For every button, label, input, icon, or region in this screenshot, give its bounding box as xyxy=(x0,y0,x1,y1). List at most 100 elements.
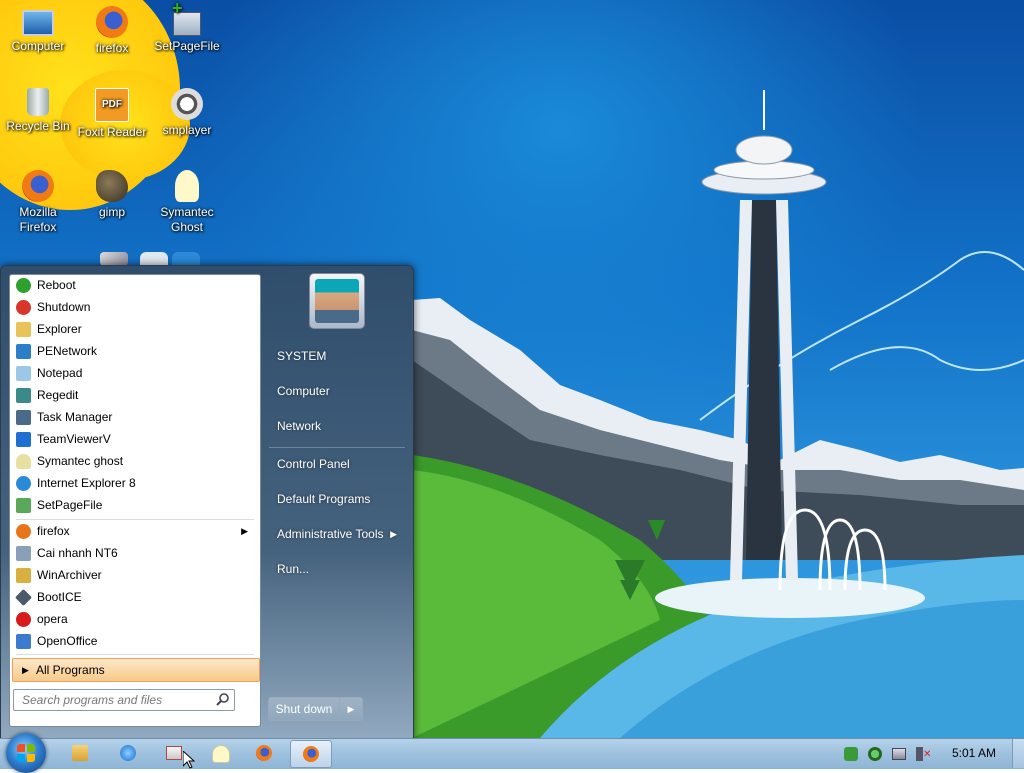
start-item-symantec-ghost[interactable]: Symantec ghost xyxy=(12,451,258,472)
start-right-label: Run... xyxy=(277,562,310,576)
power-icon xyxy=(16,300,31,315)
start-item-label: Task Manager xyxy=(37,410,113,424)
taskbar-pinned-explorer[interactable] xyxy=(60,740,100,767)
show-desktop-button[interactable] xyxy=(1012,739,1024,768)
start-right-administrative-tools[interactable]: Administrative Tools ▶ xyxy=(269,520,405,548)
start-right-run[interactable]: Run... xyxy=(269,555,405,583)
start-item-label: OpenOffice xyxy=(37,634,98,648)
start-item-notepad[interactable]: Notepad xyxy=(12,363,258,384)
start-right-default-programs[interactable]: Default Programs xyxy=(269,485,405,513)
shut-down-options-button[interactable]: ▶ xyxy=(339,697,363,721)
start-item-label: SetPageFile xyxy=(37,498,103,512)
start-right-label: Default Programs xyxy=(277,492,371,506)
start-item-label: firefox xyxy=(37,524,70,538)
start-item-label: Notepad xyxy=(37,366,83,380)
search-box[interactable] xyxy=(13,689,235,711)
security-check-icon[interactable] xyxy=(844,747,858,761)
start-menu: Reboot Shutdown Explorer PENetwork Notep… xyxy=(0,265,414,740)
start-item-winarchiver[interactable]: WinArchiver xyxy=(12,565,258,586)
start-item-cai-nhanh-nt6[interactable]: Cai nhanh NT6 xyxy=(12,543,258,564)
all-programs-button[interactable]: ▶ All Programs xyxy=(12,658,260,682)
start-right-network[interactable]: Network xyxy=(269,412,405,440)
taskbar-pinned-ghost[interactable] xyxy=(200,740,240,767)
opera-icon xyxy=(16,612,31,627)
start-item-shutdown[interactable]: Shutdown xyxy=(12,297,258,318)
folder-icon xyxy=(16,322,31,337)
archive-icon xyxy=(16,568,31,583)
expand-arrow-icon: ▶ xyxy=(22,665,29,675)
setpagefile-icon xyxy=(16,498,31,513)
taskbar: ✕ 5:01 AM xyxy=(0,733,1024,773)
taskbar-pinned-firefox[interactable] xyxy=(244,740,284,767)
network-status-icon[interactable] xyxy=(892,748,906,760)
start-button[interactable] xyxy=(6,733,46,773)
network-icon xyxy=(16,344,31,359)
start-item-penetwork[interactable]: PENetwork xyxy=(12,341,258,362)
start-right-label: Network xyxy=(277,419,322,433)
desktop-icon-firefox[interactable]: firefox xyxy=(74,6,150,56)
media-play-icon[interactable] xyxy=(868,747,882,761)
menu-separator xyxy=(16,654,254,655)
pdf-icon-text: PDF xyxy=(102,99,122,110)
desktop-icon-computer[interactable]: Computer xyxy=(0,6,76,54)
start-right-control-panel[interactable]: Control Panel xyxy=(269,450,405,478)
start-item-task-manager[interactable]: Task Manager xyxy=(12,407,258,428)
desktop-icon-label: gimp xyxy=(98,205,125,219)
start-item-setpagefile[interactable]: SetPageFile xyxy=(12,495,258,516)
start-item-openoffice[interactable]: OpenOffice xyxy=(12,631,258,652)
start-right-system[interactable]: SYSTEM xyxy=(269,342,405,370)
taskbar-window-firefox[interactable] xyxy=(290,740,332,768)
start-item-regedit[interactable]: Regedit xyxy=(12,385,258,406)
partial-desktop-icon[interactable] xyxy=(172,252,200,266)
ie-icon xyxy=(16,476,31,491)
shut-down-button[interactable]: Shut down xyxy=(268,697,340,721)
all-programs-label: All Programs xyxy=(36,663,105,677)
desktop-icon-symantec-ghost[interactable]: Symantec Ghost xyxy=(149,170,225,235)
firefox-icon xyxy=(96,6,128,38)
start-item-opera[interactable]: opera xyxy=(12,609,258,630)
menu-separator xyxy=(16,519,254,520)
start-right-computer[interactable]: Computer xyxy=(269,377,405,405)
desktop-icon-label: Computer xyxy=(11,39,65,53)
ie-icon xyxy=(120,745,136,761)
start-item-label: PENetwork xyxy=(37,344,98,358)
start-item-internet-explorer[interactable]: Internet Explorer 8 xyxy=(12,473,258,494)
search-input[interactable] xyxy=(20,690,214,710)
ghost-icon xyxy=(175,170,199,202)
shut-down-label: Shut down xyxy=(275,702,333,716)
start-item-reboot[interactable]: Reboot xyxy=(12,275,258,296)
firefox-icon xyxy=(22,170,54,202)
taskbar-clock[interactable]: 5:01 AM xyxy=(944,739,1004,768)
taskbar-pinned-ie[interactable] xyxy=(108,740,148,767)
setpagefile-icon xyxy=(172,1,201,36)
start-right-label: SYSTEM xyxy=(277,349,327,363)
desktop-icon-label: smplayer xyxy=(162,123,212,137)
desktop-icon-setpagefile[interactable]: SetPageFile xyxy=(149,1,225,54)
start-right-label: Computer xyxy=(277,384,330,398)
start-item-label: opera xyxy=(37,612,68,626)
computer-icon xyxy=(22,10,54,36)
start-item-label: Reboot xyxy=(37,278,76,292)
search-icon[interactable] xyxy=(216,692,230,706)
start-right-label: Administrative Tools xyxy=(277,527,384,541)
desktop-icon-label: Mozilla Firefox xyxy=(19,205,57,234)
user-picture xyxy=(315,279,359,323)
openoffice-icon xyxy=(16,634,31,649)
desktop-icon-gimp[interactable]: gimp xyxy=(74,170,150,220)
volume-muted-icon[interactable]: ✕ xyxy=(916,747,931,761)
desktop-icon-recycle-bin[interactable]: Recycle Bin xyxy=(0,88,76,134)
desktop-icon-label: Recycle Bin xyxy=(6,119,70,133)
desktop-icon-foxit-reader[interactable]: PDF Foxit Reader xyxy=(74,88,150,140)
start-item-firefox[interactable]: firefox ▶ xyxy=(12,521,258,542)
partial-desktop-icon[interactable] xyxy=(140,252,168,266)
start-item-bootice[interactable]: BootICE xyxy=(12,587,258,608)
start-right-label: Control Panel xyxy=(277,457,350,471)
desktop-icon-smplayer[interactable]: smplayer xyxy=(149,88,225,138)
firefox-icon xyxy=(303,746,319,762)
desktop-icon-mozilla-firefox[interactable]: Mozilla Firefox xyxy=(0,170,76,235)
start-item-teamviewer[interactable]: TeamViewerV xyxy=(12,429,258,450)
start-item-label: Regedit xyxy=(37,388,79,402)
partial-desktop-icon[interactable] xyxy=(100,252,128,266)
user-avatar[interactable] xyxy=(309,273,365,329)
start-item-explorer[interactable]: Explorer xyxy=(12,319,258,340)
